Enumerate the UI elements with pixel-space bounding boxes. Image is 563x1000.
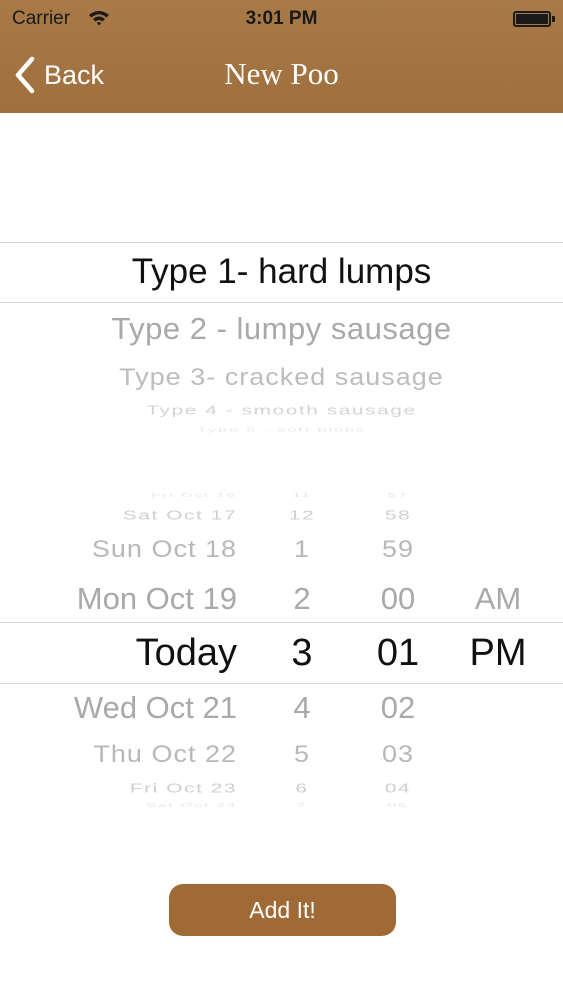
minute-option[interactable]: 04 [356, 782, 440, 797]
minute-option[interactable]: 02 [356, 690, 440, 726]
minute-option[interactable]: 05 [356, 803, 440, 809]
hour-option[interactable]: 7 [260, 803, 344, 809]
day-option[interactable]: Sat Oct 17 [123, 509, 237, 524]
hour-option[interactable]: 6 [260, 782, 344, 797]
minute-option[interactable]: 57 [356, 493, 440, 499]
status-bar: Carrier 3:01 PM [0, 0, 563, 38]
battery-icon [513, 11, 551, 27]
type-option[interactable]: Type 5 - soft blobs [0, 427, 563, 433]
type-option[interactable]: Type 3- cracked sausage [0, 364, 563, 391]
hour-option[interactable]: 1 [260, 536, 344, 564]
battery-nub [552, 16, 555, 22]
hour-option[interactable]: 4 [260, 690, 344, 726]
type-option[interactable]: Type 2 - lumpy sausage [0, 311, 563, 347]
minute-option-selected[interactable]: 01 [356, 632, 440, 675]
minute-option[interactable]: 03 [356, 741, 440, 769]
hour-option-selected[interactable]: 3 [260, 632, 344, 675]
day-option[interactable]: Mon Oct 19 [77, 581, 237, 617]
day-option[interactable]: Fri Oct 16 [151, 493, 237, 499]
hour-option[interactable]: 2 [260, 581, 344, 617]
day-option[interactable]: Thu Oct 22 [93, 741, 237, 769]
ampm-option-selected[interactable]: PM [458, 632, 538, 675]
minute-option[interactable]: 00 [356, 581, 440, 617]
type-option-selected[interactable]: Type 1- hard lumps [0, 252, 563, 292]
minute-option[interactable]: 58 [356, 509, 440, 524]
day-option[interactable]: Fri Oct 23 [130, 782, 237, 797]
add-it-button[interactable]: Add It! [169, 884, 396, 936]
minute-option[interactable]: 59 [356, 536, 440, 564]
hour-option[interactable]: 12 [260, 509, 344, 524]
page-title: New Poo [224, 56, 339, 91]
type-option[interactable]: Type 4 - smooth sausage [0, 404, 563, 419]
day-option-selected[interactable]: Today [136, 632, 237, 675]
hour-option[interactable]: 5 [260, 741, 344, 769]
status-time: 3:01 PM [245, 8, 318, 29]
day-option[interactable]: Wed Oct 21 [74, 690, 237, 726]
hour-option[interactable]: 11 [260, 493, 344, 499]
ampm-option[interactable]: AM [458, 581, 538, 617]
day-option[interactable]: Sun Oct 18 [92, 536, 237, 564]
day-option[interactable]: Sat Oct 24 [146, 803, 237, 809]
nav-bar: Carrier 3:01 PM Back New Poo [0, 0, 563, 113]
